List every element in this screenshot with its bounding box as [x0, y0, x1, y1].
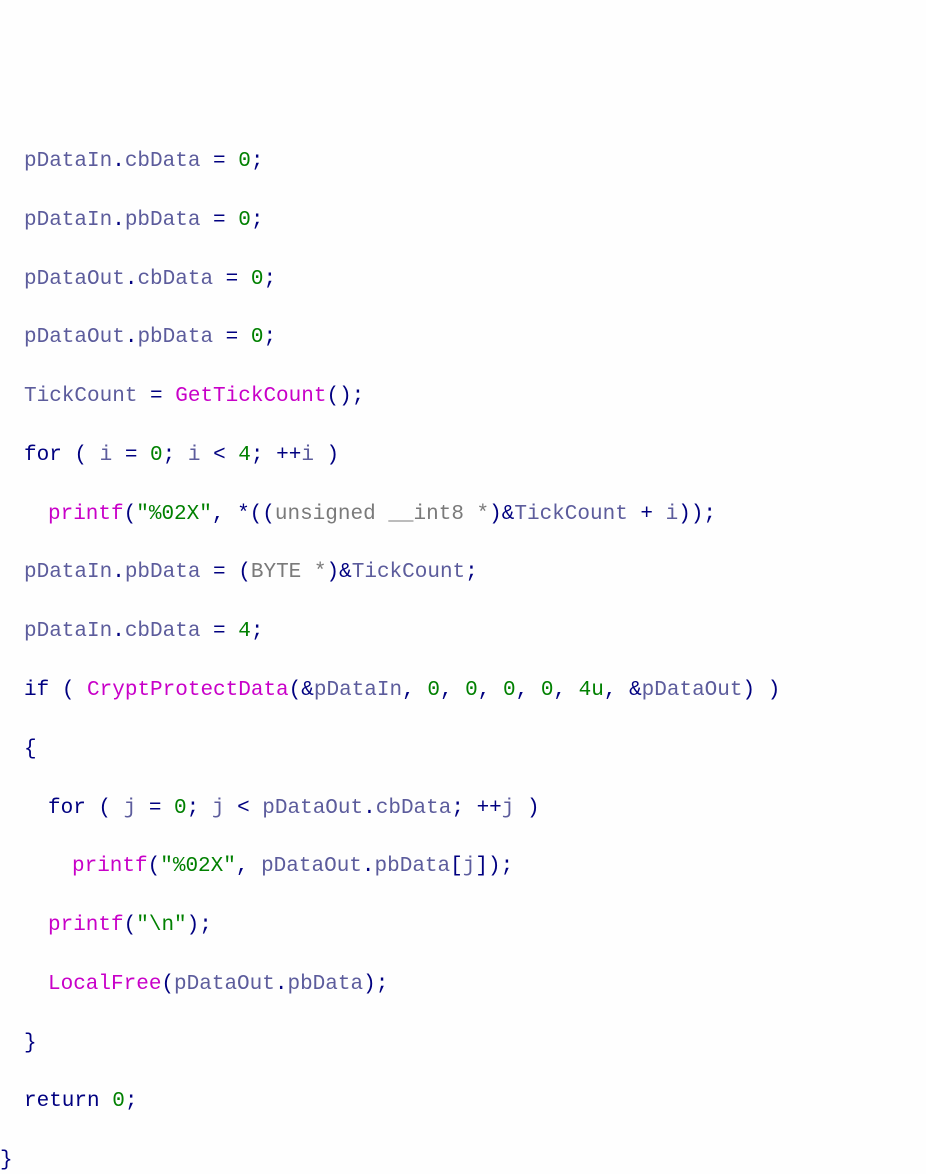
var: pDataOut — [261, 855, 362, 878]
type: __int8 — [388, 503, 464, 526]
func-call: GetTickCount — [175, 385, 326, 408]
num: 0 — [150, 444, 163, 467]
var: i — [301, 444, 314, 467]
var: pDataIn — [24, 150, 112, 173]
num: 0 — [465, 679, 478, 702]
code-line: printf("%02X", pDataOut.pbData[j]); — [0, 852, 926, 881]
type: unsigned — [275, 503, 376, 526]
member: pbData — [125, 561, 201, 584]
string: "\n" — [136, 914, 186, 937]
func-call: printf — [48, 914, 124, 937]
code-line: pDataIn.pbData = (BYTE *)&TickCount; — [0, 558, 926, 587]
num: 0 — [503, 679, 516, 702]
member: pbData — [287, 973, 363, 996]
var: pDataOut — [24, 326, 125, 349]
code-line: pDataOut.pbData = 0; — [0, 323, 926, 352]
num: 0 — [541, 679, 554, 702]
member: pbData — [137, 326, 213, 349]
code-line: if ( CryptProtectData(&pDataIn, 0, 0, 0,… — [0, 676, 926, 705]
var: i — [666, 503, 679, 526]
var: j — [502, 797, 515, 820]
num: 4 — [238, 620, 251, 643]
member: cbData — [125, 150, 201, 173]
keyword-return: return — [24, 1090, 100, 1113]
num: 4 — [238, 444, 251, 467]
var: i — [188, 444, 201, 467]
var: pDataOut — [174, 973, 275, 996]
num: 0 — [238, 209, 251, 232]
var: TickCount — [352, 561, 465, 584]
member: pbData — [375, 855, 451, 878]
num: 4u — [579, 679, 604, 702]
string: "%02X" — [160, 855, 236, 878]
code-line: pDataOut.cbData = 0; — [0, 265, 926, 294]
var: j — [463, 855, 476, 878]
member: cbData — [137, 268, 213, 291]
func-call: CryptProtectData — [87, 679, 289, 702]
keyword-for: for — [48, 797, 86, 820]
num: 0 — [251, 326, 264, 349]
var: TickCount — [514, 503, 627, 526]
code-line: pDataIn.cbData = 0; — [0, 147, 926, 176]
var: pDataOut — [642, 679, 743, 702]
keyword-for: for — [24, 444, 62, 467]
code-line: printf("%02X", *((unsigned __int8 *)&Tic… — [0, 500, 926, 529]
var: j — [212, 797, 225, 820]
func-call: printf — [48, 503, 124, 526]
code-line: printf("\n"); — [0, 911, 926, 940]
num: 0 — [238, 150, 251, 173]
var: pDataIn — [24, 209, 112, 232]
var: pDataOut — [24, 268, 125, 291]
code-line: } — [0, 1146, 926, 1174]
num: 0 — [251, 268, 264, 291]
code-line: for ( i = 0; i < 4; ++i ) — [0, 441, 926, 470]
num: 0 — [174, 797, 187, 820]
code-line: TickCount = GetTickCount(); — [0, 382, 926, 411]
code-line: } — [0, 1029, 926, 1058]
member: pbData — [125, 209, 201, 232]
code-line: { — [0, 735, 926, 764]
code-line: return 0; — [0, 1087, 926, 1116]
keyword-if: if — [24, 679, 49, 702]
member: cbData — [125, 620, 201, 643]
type: BYTE — [251, 561, 301, 584]
num: 0 — [427, 679, 440, 702]
code-line: pDataIn.cbData = 4; — [0, 617, 926, 646]
var: j — [124, 797, 137, 820]
func-call: printf — [72, 855, 148, 878]
var: pDataIn — [24, 620, 112, 643]
func-call: LocalFree — [48, 973, 161, 996]
code-line: for ( j = 0; j < pDataOut.cbData; ++j ) — [0, 794, 926, 823]
num: 0 — [112, 1090, 125, 1113]
var: i — [100, 444, 113, 467]
var: TickCount — [24, 385, 137, 408]
var: pDataIn — [24, 561, 112, 584]
member: cbData — [376, 797, 452, 820]
var: pDataIn — [314, 679, 402, 702]
code-line: LocalFree(pDataOut.pbData); — [0, 970, 926, 999]
var: pDataOut — [262, 797, 363, 820]
string: "%02X" — [136, 503, 212, 526]
code-line: pDataIn.pbData = 0; — [0, 206, 926, 235]
code-block: pDataIn.cbData = 0; pDataIn.pbData = 0; … — [0, 118, 926, 1174]
